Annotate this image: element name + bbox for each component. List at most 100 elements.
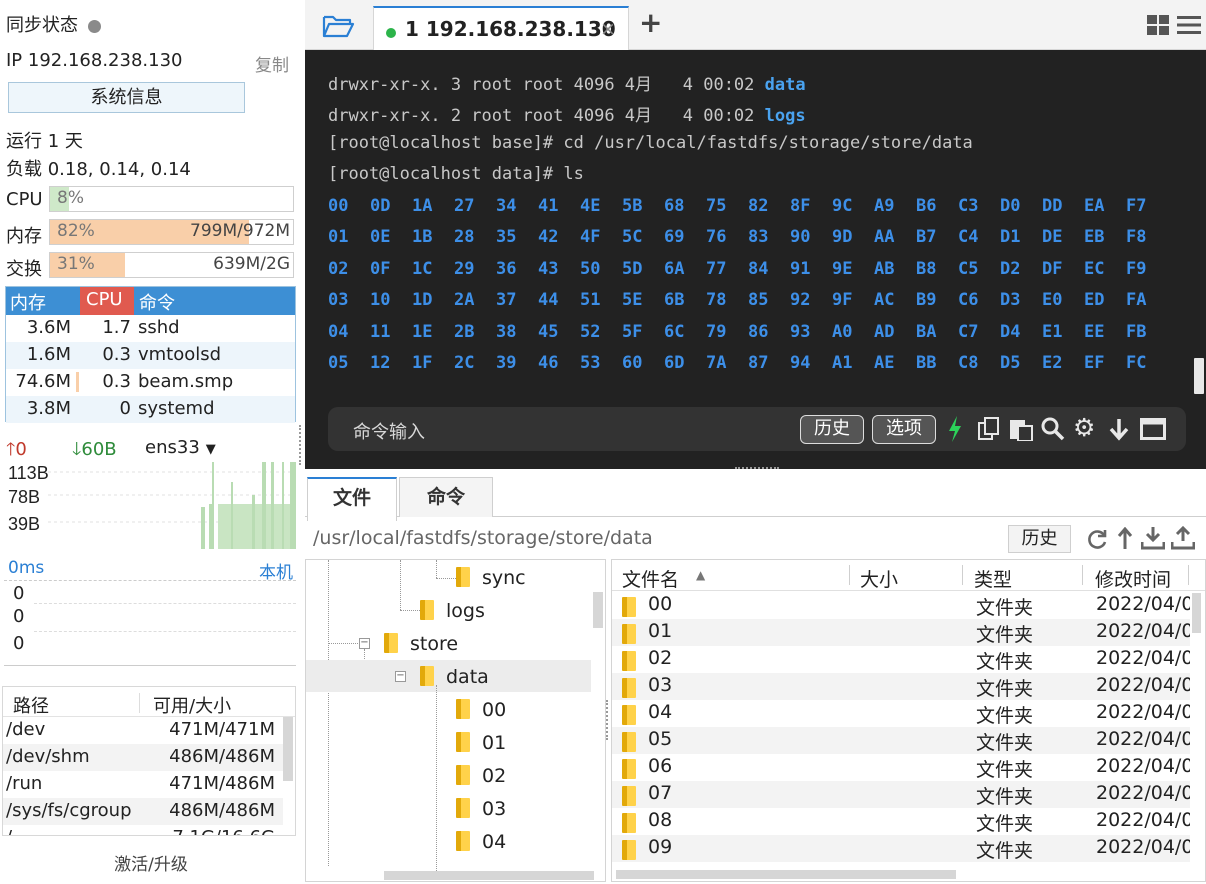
ls-entry: AA — [874, 227, 895, 248]
tree-scrollbar[interactable] — [593, 592, 603, 628]
maximize-icon[interactable] — [1140, 418, 1166, 440]
ls-entry: 1B — [412, 227, 433, 248]
ls-entry: 9C — [832, 196, 853, 216]
file-list: 文件名 ▲ 大小 类型 修改时间 00 文件夹 2022/04/0 01 文件夹 2022… — [611, 559, 1206, 882]
collapse-icon[interactable]: − — [359, 638, 370, 649]
gear-icon[interactable]: ⚙ — [1073, 413, 1095, 442]
header-filename[interactable]: 文件名 — [622, 565, 679, 592]
header-type[interactable]: 类型 — [974, 565, 1012, 592]
tab-commands[interactable]: 命令 — [399, 477, 493, 517]
command-input[interactable]: 命令输入 — [353, 418, 425, 444]
file-row[interactable]: 04 文件夹 2022/04/0 — [612, 700, 1190, 727]
upload-icon[interactable] — [1171, 526, 1195, 550]
copy-ip-button[interactable]: 复制 — [255, 51, 289, 76]
paste-icon[interactable] — [1009, 417, 1033, 441]
ping-graph: 0 0 0 — [4, 580, 296, 666]
command-input-bar[interactable]: 命令输入 历史 选项 ⚙ — [328, 407, 1186, 451]
tree-node[interactable]: 02 — [456, 765, 506, 787]
collapse-icon[interactable]: − — [395, 671, 406, 682]
disk-row[interactable]: /sys/fs/cgroup 486M/486M — [3, 798, 283, 825]
mem-meter: 82% 799M/972M — [49, 219, 294, 245]
file-row[interactable]: 02 文件夹 2022/04/0 — [612, 646, 1190, 673]
copy-icon[interactable] — [978, 417, 1000, 441]
menu-icon[interactable] — [1177, 15, 1201, 35]
file-row[interactable]: 09 文件夹 2022/04/0 — [612, 835, 1190, 862]
ls-entry: 76 — [706, 227, 727, 248]
lightning-icon[interactable] — [948, 416, 962, 442]
process-mem: 3.8M — [26, 398, 71, 419]
disk-table: 路径 可用/大小 /dev 471M/471M /dev/shm 486M/486M… — [2, 686, 296, 836]
tree-node[interactable]: 00 — [456, 699, 506, 721]
download-icon[interactable] — [1141, 526, 1165, 550]
options-button[interactable]: 选项 — [872, 415, 936, 444]
disk-row[interactable]: / 7.1G/16.6G — [3, 825, 283, 835]
file-list-scrollbar[interactable] — [1192, 593, 1201, 633]
terminal[interactable]: drwxr-xr-x. 3 root root 4096 4月 4 00:02 … — [305, 50, 1206, 469]
process-row[interactable]: 3.8M 0 systemd — [6, 396, 295, 423]
file-list-hscrollbar[interactable] — [616, 870, 956, 879]
current-path-input[interactable]: /usr/local/fastdfs/storage/store/data — [313, 527, 653, 549]
ls-entry: 27 — [454, 196, 475, 216]
folder-icon — [456, 831, 470, 851]
path-history-button[interactable]: 历史 — [1008, 525, 1071, 553]
file-row[interactable]: 00 文件夹 2022/04/0 — [612, 592, 1190, 619]
arrow-down-icon[interactable] — [1108, 417, 1130, 441]
proc-header-cmd[interactable]: 命令 — [139, 289, 175, 315]
file-row[interactable]: 08 文件夹 2022/04/0 — [612, 808, 1190, 835]
file-row[interactable]: 01 文件夹 2022/04/0 — [612, 619, 1190, 646]
ls-entry: C6 — [958, 290, 979, 311]
tab-files[interactable]: 文件 — [307, 477, 397, 521]
tree-node-label: store — [410, 633, 459, 655]
disk-row[interactable]: /run 471M/486M — [3, 771, 283, 798]
tree-node[interactable]: sync — [456, 567, 526, 589]
process-row[interactable]: 74.6M 0.3 beam.smp — [6, 369, 295, 396]
disk-size: 471M/486M — [169, 773, 275, 794]
net-interface-select[interactable]: ens33 ▼ — [145, 437, 216, 458]
proc-header-cpu[interactable]: CPU — [80, 287, 134, 315]
ls-entry: 6A — [664, 258, 685, 279]
pane-splitter[interactable] — [606, 700, 609, 740]
file-type: 文件夹 — [976, 813, 1034, 835]
sidebar-splitter[interactable] — [299, 425, 303, 465]
search-icon[interactable] — [1041, 417, 1065, 441]
uptime: 运行 1 天 — [6, 131, 83, 152]
history-button[interactable]: 历史 — [800, 415, 864, 444]
tree-node[interactable]: 04 — [456, 831, 506, 853]
add-tab-button[interactable]: + — [639, 6, 662, 39]
activate-upgrade-link[interactable]: 激活/升级 — [0, 850, 302, 875]
tree-node[interactable]: store — [384, 633, 458, 655]
terminal-line: drwxr-xr-x. 2 root root 4096 4月 4 00:02 … — [328, 106, 806, 126]
file-row[interactable]: 03 文件夹 2022/04/0 — [612, 673, 1190, 700]
arrow-up-icon[interactable] — [1117, 527, 1133, 551]
close-tab-icon[interactable]: × — [600, 18, 616, 40]
file-row[interactable]: 06 文件夹 2022/04/0 — [612, 754, 1190, 781]
tree-node[interactable]: data — [420, 666, 489, 688]
header-size[interactable]: 大小 — [860, 565, 898, 592]
disk-header-path[interactable]: 路径 — [13, 692, 49, 718]
terminal-splitter[interactable] — [735, 467, 779, 471]
layout-grid-icon[interactable] — [1147, 15, 1169, 35]
ls-entry: 12 — [370, 353, 391, 373]
open-folder-icon[interactable] — [322, 13, 356, 39]
disk-row[interactable]: /dev/shm 486M/486M — [3, 744, 283, 771]
system-info-button[interactable]: 系统信息 — [8, 82, 245, 113]
tree-node[interactable]: logs — [420, 600, 485, 622]
tree-node[interactable]: 03 — [456, 798, 506, 820]
tree-node[interactable]: 01 — [456, 732, 506, 754]
ls-entry: B8 — [916, 258, 937, 279]
ls-entry: 5C — [622, 227, 643, 248]
file-row[interactable]: 07 文件夹 2022/04/0 — [612, 781, 1190, 808]
session-tab[interactable]: 1 192.168.238.130 × — [373, 6, 629, 50]
tree-hscrollbar[interactable] — [384, 871, 594, 880]
disk-row[interactable]: /dev 471M/471M — [3, 717, 283, 744]
header-modified[interactable]: 修改时间 — [1095, 565, 1171, 592]
terminal-scrollbar[interactable] — [1194, 358, 1204, 394]
disk-header-size[interactable]: 可用/大小 — [153, 692, 231, 718]
refresh-icon[interactable] — [1086, 528, 1108, 550]
process-row[interactable]: 3.6M 1.7 sshd — [6, 315, 295, 342]
process-mem: 1.6M — [26, 344, 71, 365]
file-row[interactable]: 05 文件夹 2022/04/0 — [612, 727, 1190, 754]
process-row[interactable]: 1.6M 0.3 vmtoolsd — [6, 342, 295, 369]
proc-header-mem[interactable]: 内存 — [10, 289, 46, 315]
disk-scrollbar[interactable] — [283, 717, 293, 781]
